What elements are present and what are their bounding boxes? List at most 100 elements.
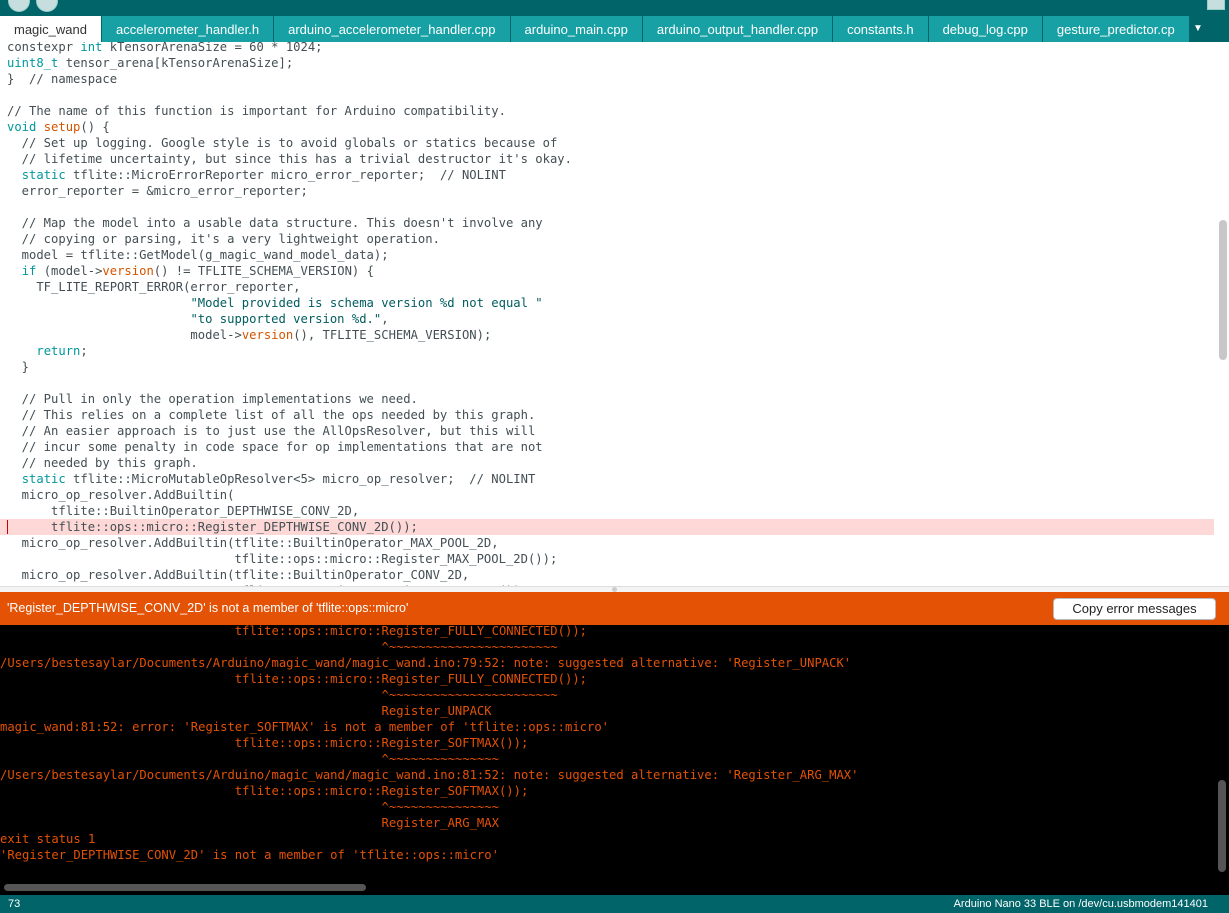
code-line: static tflite::MicroMutableOpResolver<5>… [0,471,1214,487]
upload-button[interactable] [36,0,58,12]
code-token: model-> [7,328,242,342]
code-token: // NOLINT [439,168,506,182]
code-token: "Model provided is schema version %d not… [190,296,543,310]
console-line: /Users/bestesaylar/Documents/Arduino/mag… [0,768,859,782]
code-token: if [21,264,37,278]
line-number: 73 [8,898,21,910]
code-token: // The name of this function is importan… [7,104,506,118]
code-token: setup [43,120,81,134]
console-line: 'Register_DEPTHWISE_CONV_2D' is not a me… [0,848,499,862]
code-token: ; [80,344,88,358]
code-line: model = tflite::GetModel(g_magic_wand_mo… [0,247,1214,263]
tab-accelerometer-handler-h[interactable]: accelerometer_handler.h [102,16,274,42]
console-vertical-scrollbar[interactable] [1218,780,1226,872]
code-token: , [381,312,389,326]
verify-button[interactable] [8,0,30,12]
code-token: // Map the model into a usable data stru… [7,216,543,230]
code-token: static [21,168,66,182]
tab-constants-h[interactable]: constants.h [833,16,928,42]
serial-monitor-icon[interactable] [1207,0,1225,10]
console-line: tflite::ops::micro::Register_SOFTMAX()); [0,784,529,798]
error-message: 'Register_DEPTHWISE_CONV_2D' is not a me… [7,601,409,615]
code-line: TF_LITE_REPORT_ERROR(error_reporter, [0,279,1214,295]
title-toolbar: magic_wand accelerometer_handler.h arduino… [0,0,1229,42]
code-token: (), TFLITE_SCHEMA_VERSION); [293,328,492,342]
code-line: return; [0,343,1214,359]
code-token: uint8_t [7,56,59,70]
console-line: Register_UNPACK [0,704,492,718]
code-token: (model-> [36,264,103,278]
console-line: ^~~~~~~~~~~~~~~~~~~~~~~~ [0,688,558,702]
console-line: tflite::ops::micro::Register_FULLY_CONNE… [0,672,587,686]
editor-scrollbar[interactable] [1219,220,1227,360]
code-token: } [7,360,30,374]
tab-arduino-main-cpp[interactable]: arduino_main.cpp [510,16,642,42]
code-token: micro_op_resolver.AddBuiltin(tflite::Bui… [7,536,499,550]
code-line: void setup() { [0,119,1214,135]
tab-debug-log-cpp[interactable]: debug_log.cpp [928,16,1042,42]
console-line: ^~~~~~~~~~~~~~~~~~~~~~~~ [0,640,558,654]
file-tabs: magic_wand accelerometer_handler.h arduino… [0,16,1229,42]
console-output[interactable]: tflite::ops::micro::Register_FULLY_CONNE… [0,625,1229,895]
console-horizontal-scrollbar[interactable] [4,884,366,891]
code-token: // NOLINT [469,472,536,486]
code-token: () { [80,120,110,134]
code-line: // needed by this graph. [0,455,1214,471]
console-lines: tflite::ops::micro::Register_FULLY_CONNE… [0,625,859,863]
code-token: return [36,344,81,358]
code-token: kTensorArenaSize = 60 * 1024; [102,42,323,54]
tab-magic-wand[interactable]: magic_wand [0,16,101,42]
console-line: Register_ARG_MAX [0,816,499,830]
console-line: magic_wand:81:52: error: 'Register_SOFTM… [0,720,610,734]
tab-gesture-predictor-cp[interactable]: gesture_predictor.cp [1042,16,1189,42]
code-token: // This relies on a complete list of all… [7,408,536,422]
code-token: // copying or parsing, it's a very light… [7,232,440,246]
code-line: micro_op_resolver.AddBuiltin(tflite::Bui… [0,567,1214,583]
code-token: version [241,328,294,342]
code-token: () != TFLITE_SCHEMA_VERSION) { [153,264,374,278]
code-line: constexpr int kTensorArenaSize = 60 * 10… [0,42,1214,55]
code-line: // This relies on a complete list of all… [0,407,1214,423]
code-token: tflite::MicroErrorReporter micro_error_r… [65,168,440,182]
code-token: tflite::BuiltinOperator_DEPTHWISE_CONV_2… [7,504,360,518]
console-line: /Users/bestesaylar/Documents/Arduino/mag… [0,656,852,670]
code-line: // The name of this function is importan… [0,103,1214,119]
code-line: // copying or parsing, it's a very light… [0,231,1214,247]
code-token: tflite::ops::micro::Register_DEPTHWISE_C… [7,520,418,534]
code-line: if (model->version() != TFLITE_SCHEMA_VE… [0,263,1214,279]
console-line: tflite::ops::micro::Register_SOFTMAX()); [0,736,529,750]
code-line: uint8_t tensor_arena[kTensorArenaSize]; [0,55,1214,71]
copy-error-messages-button[interactable]: Copy error messages [1053,598,1216,620]
tab-arduino-accelerometer-handler-cpp[interactable]: arduino_accelerometer_handler.cpp [274,16,510,42]
code-token: micro_op_resolver.AddBuiltin(tflite::Bui… [7,568,470,582]
chevron-down-icon[interactable]: ▼ [1189,20,1207,38]
board-port-label: Arduino Nano 33 BLE on /dev/cu.usbmodem1… [953,898,1208,910]
code-line: tflite::ops::micro::Register_MAX_POOL_2D… [0,551,1214,567]
code-line: micro_op_resolver.AddBuiltin(tflite::Bui… [0,535,1214,551]
code-token: // lifetime uncertainty, but since this … [7,152,572,166]
code-line: // incur some penalty in code space for … [0,439,1214,455]
code-token: int [80,42,103,54]
code-editor[interactable]: constexpr int kTensorArenaSize = 60 * 10… [0,42,1229,586]
code-token: // An easier approach is to just use the… [7,424,536,438]
tab-arduino-output-handler-cpp[interactable]: arduino_output_handler.cpp [642,16,833,42]
code-token: // incur some penalty in code space for … [7,440,543,454]
code-line: // lifetime uncertainty, but since this … [0,151,1214,167]
code-line: } [0,359,1214,375]
code-line: } // namespace [0,71,1214,87]
code-token: // Set up logging. Google style is to av… [7,136,558,150]
code-line: "to supported version %d.", [0,311,1214,327]
console-line: ^~~~~~~~~~~~~~~~ [0,752,499,766]
code-token: tflite::MicroMutableOpResolver<5> micro_… [65,472,470,486]
code-token: "to supported version %d." [190,312,382,326]
code-line: // Set up logging. Google style is to av… [0,135,1214,151]
